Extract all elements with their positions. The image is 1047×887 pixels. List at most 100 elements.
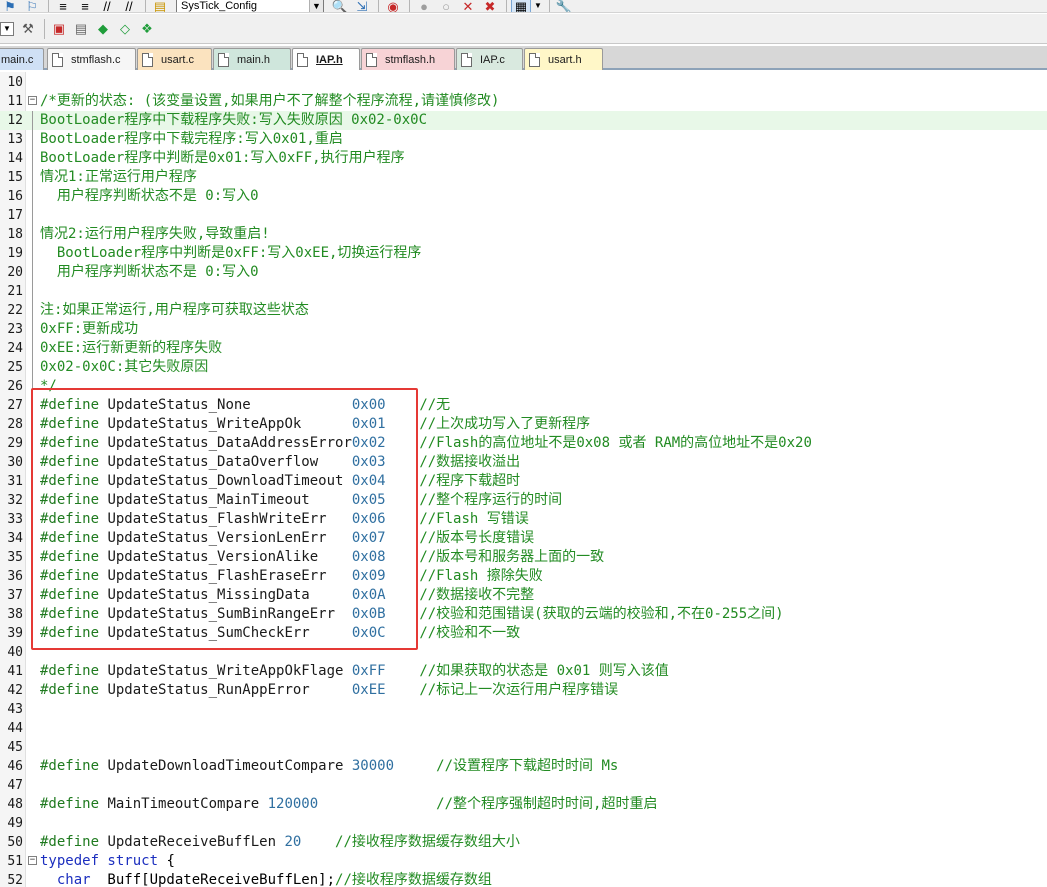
code-line[interactable]: 24 0xEE:运行新更新的程序失败 <box>0 339 1047 358</box>
configure-icon[interactable]: 🔧 <box>554 0 574 12</box>
code-line[interactable]: 28 #define UpdateStatus_WriteAppOk 0x01 /… <box>0 415 1047 434</box>
fold-collapse-icon[interactable]: − <box>28 856 37 865</box>
code-line[interactable]: 11−/*更新的状态: (该变量设置,如果用户不了解整个程序流程,请谨慎修改) <box>0 92 1047 111</box>
code-line[interactable]: 10 <box>0 73 1047 92</box>
code-token: #define <box>40 682 108 698</box>
code-line[interactable]: 52 char Buff[UpdateReceiveBuffLen];//接收程… <box>0 871 1047 887</box>
code-token: //接收程序数据缓存数组大小 <box>335 834 520 850</box>
select-packs-icon[interactable]: ▤ <box>71 19 91 39</box>
code-line[interactable]: 32 #define UpdateStatus_MainTimeout 0x05 … <box>0 491 1047 510</box>
code-line[interactable]: 38 #define UpdateStatus_SumBinRangeErr 0x… <box>0 605 1047 624</box>
code-token: //校验和不一致 <box>419 625 521 641</box>
indent-icon[interactable]: ≡ <box>53 0 73 12</box>
breakpoint-kill-all-icon[interactable]: ✖ <box>480 0 500 12</box>
unindent-icon[interactable]: ≡ <box>75 0 95 12</box>
code-line[interactable]: 16 用户程序判断状态不是 0:写入0 <box>0 187 1047 206</box>
code-line[interactable]: 17 <box>0 206 1047 225</box>
code-line[interactable]: 21 <box>0 282 1047 301</box>
tab-usart-h[interactable]: usart.h <box>524 48 603 70</box>
code-token: //Flash 写错误 <box>419 511 529 527</box>
pack-installer-icon[interactable]: ◆ <box>93 19 113 39</box>
tab-iap-c[interactable]: IAP.c <box>456 48 523 70</box>
tab-label: usart.h <box>548 53 582 66</box>
code-line[interactable]: 15 情况1:正常运行用户程序 <box>0 168 1047 187</box>
line-number: 18 <box>7 227 23 242</box>
find-in-files-icon[interactable]: ▤ <box>150 0 170 12</box>
code-token: #define <box>40 796 108 812</box>
code-token: UpdateStatus_DownloadTimeout <box>107 473 352 489</box>
code-line[interactable]: 46 #define UpdateDownloadTimeoutCompare 3… <box>0 757 1047 776</box>
code-token: UpdateStatus_SumCheckErr <box>107 625 352 641</box>
code-line[interactable]: 23 0xFF:更新成功 <box>0 320 1047 339</box>
code-line[interactable]: 42 #define UpdateStatus_RunAppError 0xEE … <box>0 681 1047 700</box>
code-line[interactable]: 45 <box>0 738 1047 757</box>
breakpoint-disable-icon[interactable]: ○ <box>436 0 456 12</box>
code-token: UpdateStatus_None <box>107 397 352 413</box>
code-line[interactable]: 26 */ <box>0 377 1047 396</box>
bookmark-icon[interactable]: ⚑ <box>0 0 20 12</box>
uncomment-icon[interactable]: // <box>119 0 139 12</box>
code-line[interactable]: 22 注:如果正常运行,用户程序可获取这些状态 <box>0 301 1047 320</box>
code-line[interactable]: 41 #define UpdateStatus_WriteAppOkFlage 0… <box>0 662 1047 681</box>
target-options-icon[interactable]: ⚒ <box>18 19 38 39</box>
code-line[interactable]: 13 BootLoader程序中下载完程序:写入0x01,重启 <box>0 130 1047 149</box>
code-editor[interactable]: 10 11−/*更新的状态: (该变量设置,如果用户不了解整个程序流程,请谨慎修改… <box>0 72 1047 887</box>
code-line[interactable]: 12 BootLoader程序中下载程序失败:写入失败原因 0x02-0x0C <box>0 111 1047 130</box>
tab-usart-c[interactable]: usart.c <box>137 48 212 70</box>
code-token: /*更新的状态: (该变量设置,如果用户不了解整个程序流程,请谨慎修改) <box>40 93 500 109</box>
code-line[interactable]: 39 #define UpdateStatus_SumCheckErr 0x0C … <box>0 624 1047 643</box>
code-line[interactable]: 43 <box>0 700 1047 719</box>
code-token: typedef struct <box>40 853 159 869</box>
code-line[interactable]: 48 #define MainTimeoutCompare 120000 //整个… <box>0 795 1047 814</box>
bookmark-prev-icon[interactable]: ⚐ <box>22 0 42 12</box>
find-icon[interactable]: 🔍 <box>330 0 350 12</box>
code-line[interactable]: 47 <box>0 776 1047 795</box>
code-line[interactable]: 49 <box>0 814 1047 833</box>
code-line[interactable]: 37 #define UpdateStatus_MissingData 0x0A … <box>0 586 1047 605</box>
tab-iap-h[interactable]: IAP.h <box>292 48 360 70</box>
code-line[interactable]: 20 用户程序判断状态不是 0:写入0 <box>0 263 1047 282</box>
code-line[interactable]: 29 #define UpdateStatus_DataAddressError0… <box>0 434 1047 453</box>
code-line[interactable]: 25 0x02-0x0C:其它失败原因 <box>0 358 1047 377</box>
window-dropdown-icon[interactable]: ▼ <box>533 0 543 12</box>
window-layout-icon[interactable]: ▦ <box>511 0 531 12</box>
code-token: 120000 <box>267 796 437 812</box>
tab-stmflash-c[interactable]: stmflash.c <box>47 48 136 70</box>
toolbar-separator <box>378 0 379 12</box>
fold-guide <box>32 301 33 320</box>
code-line[interactable]: 34 #define UpdateStatus_VersionLenErr 0x0… <box>0 529 1047 548</box>
multi-project-icon[interactable]: ❖ <box>137 19 157 39</box>
chevron-down-icon[interactable]: ▼ <box>0 21 14 36</box>
code-line[interactable]: 50 #define UpdateReceiveBuffLen 20 //接收程序… <box>0 833 1047 852</box>
tab-main-h[interactable]: main.h <box>213 48 291 70</box>
incremental-find-icon[interactable]: ⇲ <box>352 0 372 12</box>
code-line[interactable]: 33 #define UpdateStatus_FlashWriteErr 0x0… <box>0 510 1047 529</box>
tab-main-c[interactable]: main.c <box>0 48 44 70</box>
code-line[interactable]: 30 #define UpdateStatus_DataOverflow 0x03… <box>0 453 1047 472</box>
debug-session-icon[interactable]: ◉ <box>383 0 403 12</box>
comment-icon[interactable]: // <box>97 0 117 12</box>
code-token: #define <box>40 454 108 470</box>
chevron-down-icon[interactable]: ▼ <box>309 0 323 12</box>
manage-project-icon[interactable]: ▣ <box>49 19 69 39</box>
code-line[interactable]: 44 <box>0 719 1047 738</box>
code-line[interactable]: 27 #define UpdateStatus_None 0x00 //无 <box>0 396 1047 415</box>
tab-stmflash-h[interactable]: stmflash.h <box>361 48 455 70</box>
fold-guide <box>32 187 33 206</box>
code-line[interactable]: 18 情况2:运行用户程序失败,导致重启! <box>0 225 1047 244</box>
runtime-env-icon[interactable]: ◇ <box>115 19 135 39</box>
code-token: UpdateStatus_DataOverflow <box>107 454 352 470</box>
fold-collapse-icon[interactable]: − <box>28 96 37 105</box>
code-line[interactable]: 51− typedef struct { <box>0 852 1047 871</box>
code-line[interactable]: 36 #define UpdateStatus_FlashEraseErr 0x0… <box>0 567 1047 586</box>
code-line[interactable]: 19 BootLoader程序中判断是0xFF:写入0xEE,切换运行程序 <box>0 244 1047 263</box>
code-line[interactable]: 31 #define UpdateStatus_DownloadTimeout 0… <box>0 472 1047 491</box>
code-text: 用户程序判断状态不是 0:写入0 <box>40 187 259 206</box>
code-line[interactable]: 35 #define UpdateStatus_VersionAlike 0x08… <box>0 548 1047 567</box>
code-token: //程序下载超时 <box>419 473 521 489</box>
function-combo[interactable]: SysTick_Config ▼ <box>176 0 324 12</box>
breakpoint-icon[interactable]: ● <box>414 0 434 12</box>
code-line[interactable]: 14 BootLoader程序中判断是0x01:写入0xFF,执行用户程序 <box>0 149 1047 168</box>
breakpoint-kill-icon[interactable]: ✕ <box>458 0 478 12</box>
code-line[interactable]: 40 <box>0 643 1047 662</box>
